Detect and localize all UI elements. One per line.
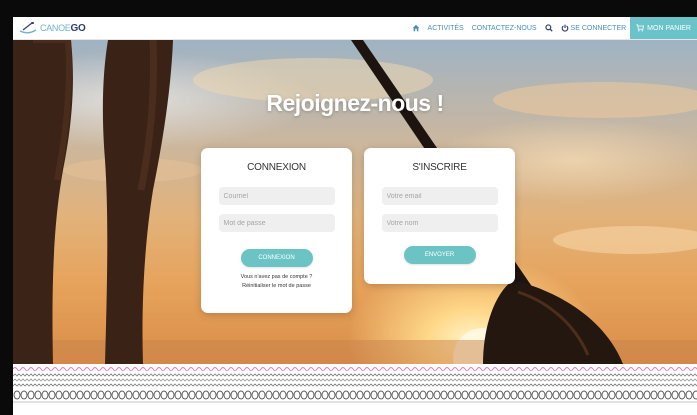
canoe-logo-icon bbox=[19, 22, 37, 34]
nav-activities[interactable]: Activités bbox=[424, 25, 468, 32]
signup-submit-button[interactable]: Envoyer bbox=[403, 246, 476, 264]
nav-login-label: Se connecter bbox=[570, 24, 627, 32]
cart-label: Mon panier bbox=[647, 24, 691, 32]
reset-password-link[interactable]: Réinitialiser le mot de passe bbox=[201, 282, 352, 291]
login-password-input[interactable] bbox=[218, 214, 335, 232]
login-card-title: Connexion bbox=[247, 162, 306, 173]
home-link[interactable] bbox=[408, 24, 424, 32]
login-submit-button[interactable]: Connexion bbox=[240, 249, 313, 267]
login-email-input[interactable] bbox=[218, 187, 335, 205]
hero-title: Rejoignez-nous ! bbox=[266, 90, 444, 116]
cart-icon bbox=[636, 24, 645, 32]
search-icon bbox=[544, 24, 553, 32]
top-navigation: CANOEGO Activités Contactez-nous Se conn… bbox=[13, 17, 697, 40]
decorative-pattern-strip bbox=[13, 364, 697, 415]
app-frame: CANOEGO Activités Contactez-nous Se conn… bbox=[0, 0, 697, 415]
nav-contact[interactable]: Contactez-nous bbox=[468, 25, 541, 32]
signup-card: S'inscrire Envoyer bbox=[364, 148, 515, 284]
signup-name-input[interactable] bbox=[381, 214, 498, 232]
nav-links: Activités Contactez-nous Se connecter Mo… bbox=[408, 17, 697, 39]
home-icon bbox=[412, 24, 419, 32]
hero-background-image bbox=[13, 40, 697, 364]
login-card: Connexion Connexion Vous n'avez pas de c… bbox=[201, 148, 352, 313]
cart-button[interactable]: Mon panier bbox=[630, 17, 697, 39]
signup-email-input[interactable] bbox=[381, 187, 498, 205]
brand-logo[interactable]: CANOEGO bbox=[13, 21, 86, 35]
nav-login[interactable]: Se connecter bbox=[557, 24, 631, 32]
power-icon bbox=[561, 24, 568, 32]
signup-card-title: S'inscrire bbox=[412, 162, 467, 173]
brand-name: CANOEGO bbox=[40, 22, 86, 34]
hero-banner: Rejoignez-nous ! Connexion Connexion Vou… bbox=[13, 40, 697, 364]
no-account-link[interactable]: Vous n'avez pas de compte ? bbox=[201, 273, 352, 282]
wave-pattern-graphic bbox=[13, 367, 697, 403]
search-button[interactable] bbox=[541, 24, 557, 32]
